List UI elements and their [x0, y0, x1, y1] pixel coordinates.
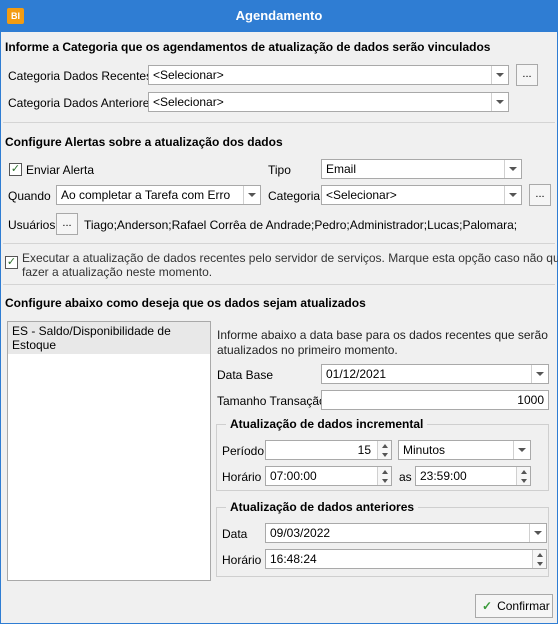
alertas-heading: Configure Alertas sobre a atualização do… — [5, 135, 283, 149]
horario-anteriores-value: 16:48:24 — [270, 552, 317, 566]
spin-up-icon[interactable] — [378, 441, 391, 450]
check-icon: ✓ — [482, 599, 493, 613]
chevron-down-icon[interactable] — [504, 160, 521, 178]
categoria-recentes-browse-button[interactable]: ... — [516, 64, 538, 86]
tamanho-input[interactable]: 1000 — [321, 390, 549, 410]
data-base-label: Data Base — [217, 368, 274, 382]
periodo-label: Período — [222, 444, 265, 458]
confirm-label: Confirmar — [497, 599, 550, 613]
horario-anteriores-label: Horário — [222, 553, 262, 567]
horario-fim-value: 23:59:00 — [420, 469, 467, 483]
usuarios-browse-button[interactable]: ... — [56, 213, 78, 235]
periodo-value: 15 — [357, 443, 371, 457]
executar-line1: Executar a atualização de dados recentes… — [22, 251, 558, 265]
alerta-categoria-value: <Selecionar> — [326, 188, 397, 202]
anteriores-title: Atualização de dados anteriores — [226, 500, 419, 514]
data-anteriores-label: Data — [222, 527, 248, 541]
chevron-down-icon[interactable] — [504, 186, 521, 204]
horario-fim-input[interactable]: 23:59:00 — [415, 466, 531, 486]
quando-label: Quando — [8, 189, 51, 203]
periodo-unidade-value: Minutos — [403, 443, 446, 457]
alerta-categoria-label: Categoria — [268, 189, 321, 203]
chevron-down-icon[interactable] — [513, 441, 530, 459]
tipo-label: Tipo — [268, 163, 291, 177]
chevron-down-icon[interactable] — [491, 93, 508, 111]
categoria-recentes-label: Categoria Dados Recentes — [8, 69, 153, 83]
enviar-alerta-label: Enviar Alerta — [26, 163, 95, 177]
chevron-down-icon[interactable] — [491, 66, 508, 84]
as-label: as — [399, 470, 412, 484]
enviar-alerta-checkbox[interactable]: ✓ — [9, 163, 22, 176]
periodo-unidade-select[interactable]: Minutos — [398, 440, 531, 460]
data-anteriores-input[interactable]: 09/03/2022 — [265, 523, 547, 543]
spin-down-icon[interactable] — [533, 559, 546, 568]
horario-incremental-label: Horário — [222, 470, 262, 484]
confirm-button[interactable]: ✓ Confirmar — [475, 594, 553, 618]
usuarios-value: Tiago;Anderson;Rafael Corrêa de Andrade;… — [84, 218, 518, 232]
spin-down-icon[interactable] — [517, 476, 530, 485]
categoria-heading: Informe a Categoria que os agendamentos … — [5, 40, 491, 54]
config-heading: Configure abaixo como deseja que os dado… — [5, 296, 366, 310]
tasks-list[interactable]: ES - Saldo/Disponibilidade de Estoque — [7, 321, 211, 581]
tipo-select[interactable]: Email — [321, 159, 522, 179]
config-info-line2: atualizados no primeiro momento. — [217, 343, 398, 357]
periodo-input[interactable]: 15 — [265, 440, 392, 460]
horario-inicio-value: 07:00:00 — [270, 469, 317, 483]
divider — [3, 284, 555, 285]
categoria-recentes-value: <Selecionar> — [153, 68, 224, 82]
spin-up-icon[interactable] — [533, 550, 546, 559]
spin-up-icon[interactable] — [517, 467, 530, 476]
quando-value: Ao completar a Tarefa com Erro — [61, 188, 231, 202]
tipo-value: Email — [326, 162, 357, 176]
config-info: Informe abaixo a data base para os dados… — [217, 328, 548, 358]
periodo-spinner[interactable] — [377, 441, 391, 459]
list-item[interactable]: ES - Saldo/Disponibilidade de Estoque — [8, 322, 210, 354]
quando-select[interactable]: Ao completar a Tarefa com Erro — [56, 185, 261, 205]
horario-anteriores-spinner[interactable] — [532, 550, 546, 568]
spin-down-icon[interactable] — [378, 450, 391, 459]
executar-line2: fazer a atualização neste momento. — [22, 265, 213, 279]
tamanho-label: Tamanho Transação — [217, 394, 326, 408]
categoria-anteriores-value: <Selecionar> — [153, 95, 224, 109]
horario-fim-spinner[interactable] — [516, 467, 530, 485]
alerta-categoria-select[interactable]: <Selecionar> — [321, 185, 522, 205]
alerta-categoria-browse-button[interactable]: ... — [529, 184, 551, 206]
data-base-input[interactable]: 01/12/2021 — [321, 364, 549, 384]
window-title: Agendamento — [235, 8, 323, 23]
incremental-title: Atualização de dados incremental — [226, 417, 428, 431]
categoria-anteriores-select[interactable]: <Selecionar> — [148, 92, 509, 112]
usuarios-label: Usuários — [8, 218, 56, 232]
executar-servidor-checkbox[interactable]: ✓ — [5, 256, 18, 269]
chevron-down-icon[interactable] — [529, 524, 546, 542]
horario-inicio-input[interactable]: 07:00:00 — [265, 466, 392, 486]
chevron-down-icon[interactable] — [531, 365, 548, 383]
spin-down-icon[interactable] — [378, 476, 391, 485]
horario-anteriores-input[interactable]: 16:48:24 — [265, 549, 547, 569]
categoria-anteriores-label: Categoria Dados Anteriores — [8, 96, 156, 110]
config-info-line1: Informe abaixo a data base para os dados… — [217, 328, 548, 342]
executar-servidor-text: Executar a atualização de dados recentes… — [22, 251, 558, 279]
data-base-value: 01/12/2021 — [326, 367, 387, 381]
divider — [3, 243, 555, 244]
horario-inicio-spinner[interactable] — [377, 467, 391, 485]
divider — [3, 122, 555, 123]
categoria-recentes-select[interactable]: <Selecionar> — [148, 65, 509, 85]
chevron-down-icon[interactable] — [243, 186, 260, 204]
spin-up-icon[interactable] — [378, 467, 391, 476]
data-anteriores-value: 09/03/2022 — [270, 526, 331, 540]
